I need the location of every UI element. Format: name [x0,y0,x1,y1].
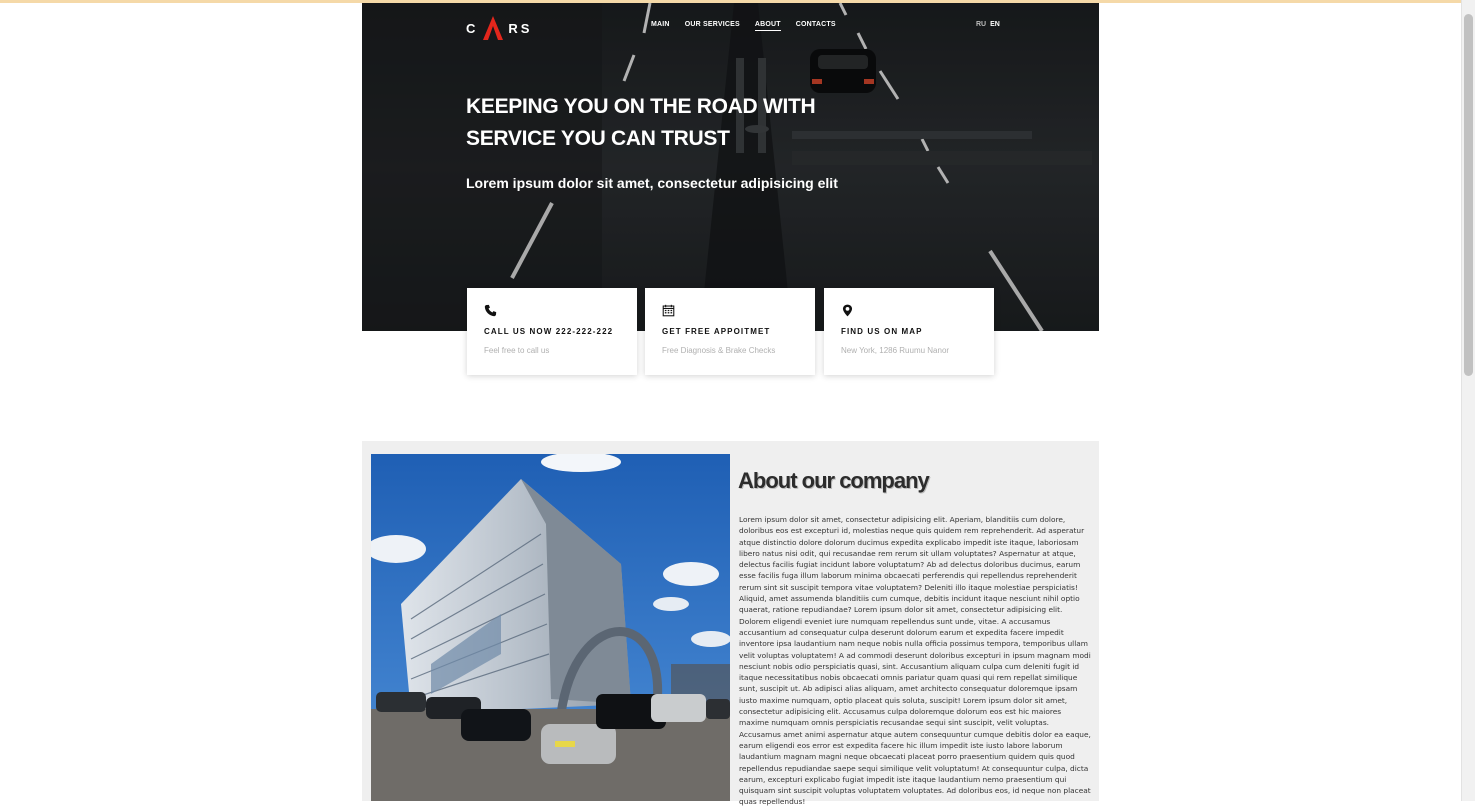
calendar-icon [662,304,675,317]
card-title: GET FREE APPOITMET [662,327,771,336]
card-call-us[interactable]: CALL US NOW 222-222-222 Feel free to cal… [467,288,637,375]
card-title: CALL US NOW 222-222-222 [484,327,614,336]
card-appointment[interactable]: GET FREE APPOITMET Free Diagnosis & Brak… [645,288,815,375]
logo-a-mark-icon [483,16,504,40]
nav-item-main[interactable]: MAIN [651,21,670,31]
card-text: New York, 1286 Ruumu Nanor [841,346,950,355]
company-building-photo [371,454,730,801]
hero-section: C RS MAIN OUR SERVICES ABOUT CONTACTS RU… [362,3,1099,331]
logo-letter-c: C [466,20,479,36]
nav-item-our-services[interactable]: OUR SERVICES [685,21,740,31]
cars-logo[interactable]: C RS [466,15,532,41]
lang-en[interactable]: EN [990,21,1000,28]
nav-item-about[interactable]: ABOUT [754,21,781,31]
card-find-on-map[interactable]: FIND US ON MAP New York, 1286 Ruumu Nano… [824,288,994,375]
language-switcher: RU EN [976,21,1000,28]
hero-title: KEEPING YOU ON THE ROAD WITH SERVICE YOU… [466,91,866,155]
page-scrollbar[interactable] [1461,0,1475,801]
hero-subtitle: Lorem ipsum dolor sit amet, consectetur … [466,175,838,191]
phone-icon [484,304,497,317]
about-section: About our company Lorem ipsum dolor sit … [362,441,1099,806]
card-text: Free Diagnosis & Brake Checks [662,346,776,355]
card-text: Feel free to call us [484,346,550,355]
scrollbar-thumb[interactable] [1464,14,1473,376]
about-heading: About our company [738,468,930,493]
hero-title-line-1: KEEPING YOU ON THE ROAD WITH [466,95,816,118]
nav-item-contacts[interactable]: CONTACTS [796,21,836,31]
about-body-text: Lorem ipsum dolor sit amet, consectetur … [739,515,1091,807]
hero-overlay [362,3,1099,331]
hero-title-line-2: SERVICE YOU CAN TRUST [466,127,730,150]
card-title: FIND US ON MAP [841,327,923,336]
map-pin-icon [842,304,853,317]
main-nav: MAIN OUR SERVICES ABOUT CONTACTS [651,21,836,31]
logo-letters-rs: RS [508,20,533,36]
lang-ru[interactable]: RU [976,21,986,28]
